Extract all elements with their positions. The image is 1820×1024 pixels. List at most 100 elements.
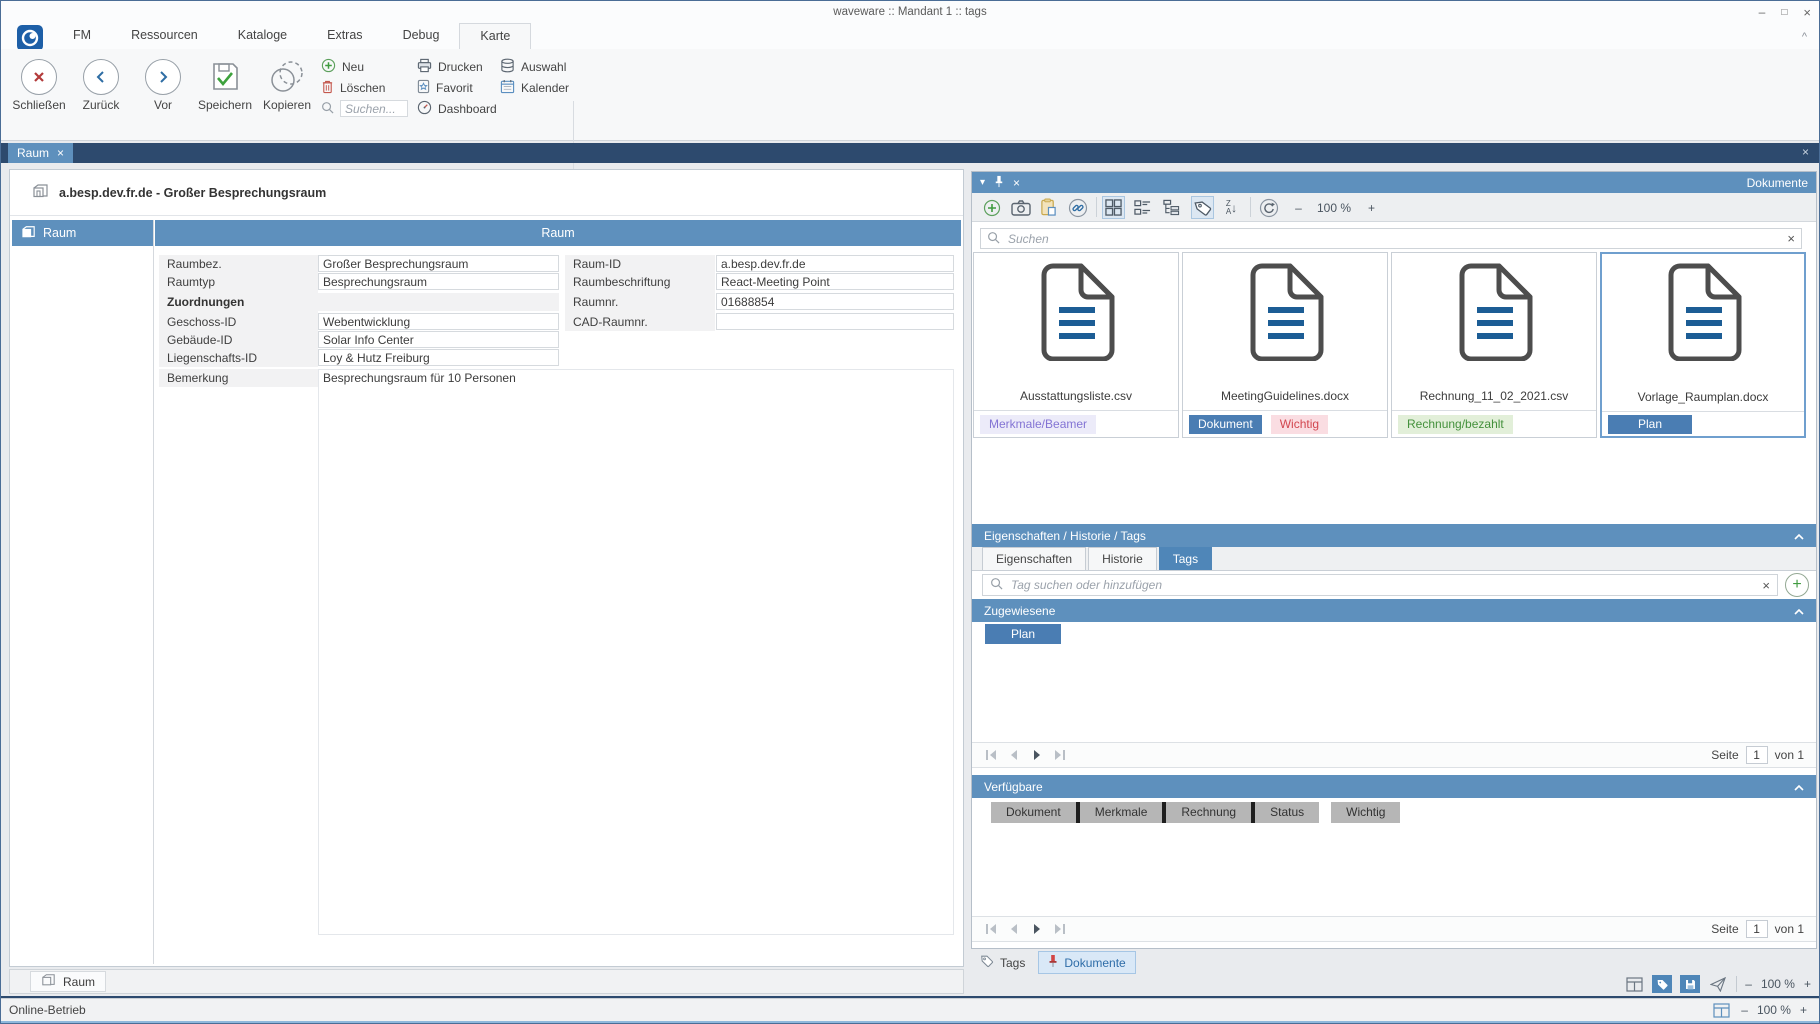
refresh-icon[interactable] <box>1257 196 1280 219</box>
dropdown-icon[interactable]: ▾ <box>980 177 985 188</box>
tab-historie[interactable]: Historie <box>1088 547 1157 570</box>
collapse-icon[interactable] <box>1794 604 1804 618</box>
collapse-icon[interactable] <box>1794 780 1804 794</box>
add-tag-button[interactable]: + <box>1785 573 1809 597</box>
collapse-icon[interactable] <box>1794 529 1804 543</box>
document-card[interactable]: MeetingGuidelines.docx Dokument Wichtig <box>1182 252 1388 438</box>
send-icon[interactable] <box>1708 975 1728 993</box>
ribbon-collapse-icon[interactable]: ^ <box>1802 31 1807 43</box>
document-card[interactable]: Ausstattungsliste.csv Merkmale/Beamer <box>973 252 1179 438</box>
previous-page-icon[interactable] <box>1007 923 1021 935</box>
new-button[interactable]: Neu <box>321 58 408 75</box>
available-header[interactable]: Verfügbare <box>972 775 1816 798</box>
properties-header[interactable]: Eigenschaften / Historie / Tags <box>972 524 1816 547</box>
maximize-icon[interactable]: □ <box>1781 7 1787 18</box>
available-tag[interactable]: Rechnung <box>1166 802 1251 823</box>
menu-tab-extras[interactable]: Extras <box>307 23 382 49</box>
dock-tab-dokumente[interactable]: Dokumente <box>1038 951 1135 974</box>
zoom-out-button[interactable]: – <box>1745 977 1752 991</box>
save-view-toggle-icon[interactable] <box>1680 975 1700 993</box>
document-tag[interactable]: Plan <box>1608 415 1692 434</box>
input-raumnr[interactable] <box>716 293 954 310</box>
document-tag[interactable]: Wichtig <box>1271 415 1328 434</box>
document-card-selected[interactable]: Vorlage_Raumplan.docx Plan <box>1600 252 1806 438</box>
menu-tab-kataloge[interactable]: Kataloge <box>218 23 307 49</box>
dock-zoom-out-button[interactable]: – <box>1287 196 1310 219</box>
previous-page-icon[interactable] <box>1007 749 1021 761</box>
input-raum-id[interactable] <box>716 255 954 272</box>
pin-icon[interactable] <box>994 175 1004 191</box>
delete-button[interactable]: Löschen <box>321 79 408 96</box>
menu-tab-debug[interactable]: Debug <box>383 23 460 49</box>
input-raumbeschriftung[interactable] <box>716 273 954 290</box>
close-icon[interactable]: × <box>1803 5 1811 20</box>
save-button[interactable]: Speichern <box>195 54 255 112</box>
next-page-icon[interactable] <box>1030 923 1044 935</box>
link-icon[interactable] <box>1066 196 1089 219</box>
layout-table-icon[interactable] <box>1624 975 1644 993</box>
document-card[interactable]: Rechnung_11_02_2021.csv Rechnung/bezahlt <box>1391 252 1597 438</box>
clear-search-icon[interactable]: × <box>1787 231 1795 246</box>
forward-button[interactable]: Vor <box>133 54 193 112</box>
document-search-input[interactable] <box>1006 231 1781 247</box>
clear-tag-search-icon[interactable]: × <box>1762 578 1770 593</box>
last-page-icon[interactable] <box>1053 749 1067 761</box>
menu-tab-ressourcen[interactable]: Ressourcen <box>111 23 218 49</box>
input-gebaeude-id[interactable] <box>318 331 559 348</box>
tabstrip-close-icon[interactable]: × <box>1802 145 1809 159</box>
paste-icon[interactable] <box>1037 196 1060 219</box>
assigned-tag-plan[interactable]: Plan <box>985 624 1061 644</box>
available-tag[interactable]: Dokument <box>991 802 1076 823</box>
nav-header-raum[interactable]: Raum <box>12 220 153 246</box>
layout-table-icon[interactable] <box>1711 1001 1731 1019</box>
view-list-icon[interactable] <box>1131 196 1154 219</box>
add-document-icon[interactable] <box>980 196 1003 219</box>
dock-tab-tags[interactable]: Tags <box>971 951 1034 974</box>
tab-raum[interactable]: Raum × <box>8 143 73 163</box>
tab-close-icon[interactable]: × <box>57 143 64 163</box>
footer-tab-raum[interactable]: Raum <box>30 971 106 992</box>
tab-eigenschaften[interactable]: Eigenschaften <box>982 547 1086 570</box>
page-number-input[interactable] <box>1746 746 1768 764</box>
tag-view-toggle-icon[interactable] <box>1652 975 1672 993</box>
available-tag[interactable]: Wichtig <box>1331 802 1400 823</box>
view-detail-icon[interactable] <box>1160 196 1183 219</box>
close-record-button[interactable]: Schließen <box>9 54 69 112</box>
tag-search-input[interactable] <box>1009 577 1756 593</box>
next-page-icon[interactable] <box>1030 749 1044 761</box>
zoom-in-button[interactable]: + <box>1800 1003 1807 1017</box>
input-raumtyp[interactable] <box>318 273 559 290</box>
document-tag[interactable]: Rechnung/bezahlt <box>1398 415 1513 434</box>
input-raumbez[interactable] <box>318 255 559 272</box>
selection-button[interactable]: Auswahl <box>500 58 569 75</box>
last-page-icon[interactable] <box>1053 923 1067 935</box>
zoom-out-button[interactable]: – <box>1741 1003 1748 1017</box>
back-button[interactable]: Zurück <box>71 54 131 112</box>
menu-tab-fm[interactable]: FM <box>53 23 111 49</box>
first-page-icon[interactable] <box>984 923 998 935</box>
dashboard-button[interactable]: Dashboard <box>417 100 497 117</box>
tab-tags[interactable]: Tags <box>1159 547 1212 570</box>
available-tag[interactable]: Merkmale <box>1080 802 1163 823</box>
input-cad-raumnr[interactable] <box>716 313 954 330</box>
favorite-button[interactable]: Favorit <box>417 79 497 96</box>
print-button[interactable]: Drucken <box>417 58 497 75</box>
camera-icon[interactable] <box>1009 196 1032 219</box>
page-number-input[interactable] <box>1746 920 1768 938</box>
document-tag[interactable]: Dokument <box>1189 415 1262 434</box>
dock-close-icon[interactable]: × <box>1013 176 1020 190</box>
app-logo-icon[interactable] <box>17 25 43 51</box>
copy-button[interactable]: Kopieren <box>257 54 317 112</box>
tag-filter-icon[interactable] <box>1191 196 1214 219</box>
menu-tab-karte[interactable]: Karte <box>459 23 531 49</box>
assigned-header[interactable]: Zugewiesene <box>972 599 1816 622</box>
ribbon-search-input[interactable] <box>340 100 408 117</box>
view-grid-icon[interactable] <box>1102 196 1125 219</box>
dock-zoom-in-button[interactable]: + <box>1360 196 1383 219</box>
available-tag[interactable]: Status <box>1255 802 1319 823</box>
input-bemerkung[interactable]: Besprechungsraum für 10 Personen <box>318 369 954 935</box>
first-page-icon[interactable] <box>984 749 998 761</box>
minimize-icon[interactable]: – <box>1759 5 1766 19</box>
zoom-in-button[interactable]: + <box>1804 977 1811 991</box>
input-geschoss-id[interactable] <box>318 313 559 330</box>
